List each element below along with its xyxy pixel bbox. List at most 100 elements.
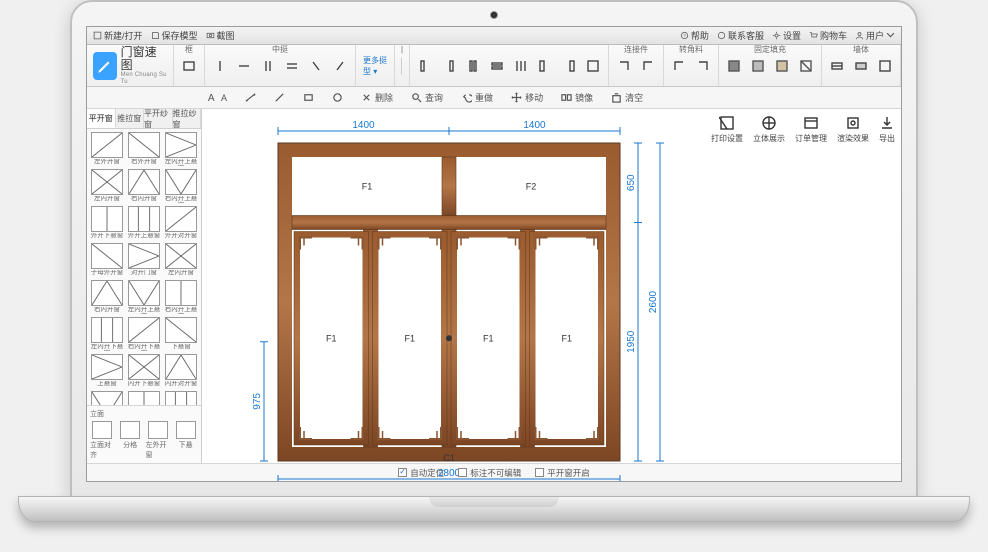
palette-item[interactable]: 右内开下悬窗 (127, 317, 161, 351)
app-name-en: Men Chuang Su Tu (121, 72, 167, 85)
ribbon-tool[interactable] (749, 57, 767, 75)
ribbon-group: 框 (174, 45, 205, 86)
ribbon-tool[interactable] (725, 57, 743, 75)
palette-item[interactable]: 下悬窗 (164, 317, 198, 351)
palette-item[interactable]: 右内开上悬窗 (164, 169, 198, 203)
ribbon-tool[interactable] (440, 57, 458, 75)
tool-dim[interactable] (241, 90, 260, 105)
svg-text:C1: C1 (443, 453, 455, 463)
action-3[interactable]: 渲染效果 (837, 115, 869, 144)
palette-item[interactable]: 左内开上悬窗 (164, 132, 198, 166)
window-palette: 左外开窗右外开窗左内开上悬窗左内开窗右内开窗右内开上悬窗外开下悬窗外开上悬窗外开… (87, 129, 201, 405)
palette-item[interactable]: 内开对开 (127, 391, 161, 405)
palette-item[interactable]: 左内开下悬窗 (90, 317, 124, 351)
svg-text:F1: F1 (326, 333, 337, 343)
footer-swatch[interactable]: 下悬 (173, 421, 198, 460)
ribbon-tool[interactable] (331, 57, 349, 75)
menu-user[interactable]: 用户 (855, 29, 895, 42)
menu-support[interactable]: 联系客服 (717, 29, 764, 42)
menu-cart[interactable]: 购物车 (809, 29, 847, 42)
palette-item[interactable]: 左内开窗 (164, 243, 198, 277)
svg-text:F1: F1 (561, 333, 572, 343)
ribbon-tool[interactable] (694, 57, 712, 75)
sidebar-tab[interactable]: 平开纱窗 (144, 109, 173, 128)
action-2[interactable]: 订单管理 (795, 115, 827, 144)
palette-item[interactable]: 内开下悬窗 (127, 354, 161, 388)
ribbon-tool[interactable]: 更多挺型 ▾ (362, 57, 388, 75)
ribbon-tool[interactable] (488, 57, 506, 75)
palette-item[interactable]: 右外开窗 (127, 132, 161, 166)
canvas-area[interactable]: 打印设置立体展示订单管理渲染效果导出 F1F2F1F1F1F1C11400140… (202, 109, 901, 463)
ribbon-tool[interactable] (670, 57, 688, 75)
sidebar-tab[interactable]: 推拉窗 (116, 109, 145, 128)
palette-item[interactable]: 内开对开 (164, 391, 198, 405)
tool-rect[interactable] (299, 90, 318, 105)
tool-delete[interactable]: 删除 (357, 89, 397, 106)
footer-swatch[interactable]: 分格 (118, 421, 143, 460)
ribbon-tool[interactable] (211, 57, 229, 75)
action-4[interactable]: 导出 (879, 115, 895, 144)
ribbon-group: 转角料 (664, 45, 719, 86)
app-name-cn: 门窗速图 (121, 46, 167, 72)
ribbon-tool[interactable] (307, 57, 325, 75)
toolbar-secondary: AA 删除查询重做移动镜像清空 (87, 87, 901, 109)
ribbon-tool[interactable] (283, 57, 301, 75)
ribbon-tool[interactable] (639, 57, 657, 75)
tool-mirror[interactable]: 镜像 (557, 89, 597, 106)
palette-item[interactable]: 左内开上悬窗 (127, 280, 161, 314)
palette-item[interactable]: 子母外开窗 (90, 243, 124, 277)
menu-save[interactable]: 保存模型 (151, 29, 198, 42)
menu-new-open[interactable]: 新建/打开 (93, 29, 143, 42)
palette-item[interactable]: 外开对开窗 (164, 206, 198, 240)
palette-item[interactable]: 右内开上悬窗 (164, 280, 198, 314)
action-1[interactable]: 立体展示 (753, 115, 785, 144)
tool-undo[interactable]: 重做 (457, 89, 497, 106)
menu-settings[interactable]: 设置 (772, 29, 801, 42)
window-drawing: F1F2F1F1F1F1C114001400280065019502600975 (230, 115, 690, 482)
ribbon-tool[interactable] (259, 57, 277, 75)
palette-item[interactable]: 内开对开 (90, 391, 124, 405)
palette-item[interactable]: 对开门窗 (127, 243, 161, 277)
ribbon-tool[interactable] (416, 57, 434, 75)
ribbon-tool[interactable] (235, 57, 253, 75)
ribbon-tool[interactable] (797, 57, 815, 75)
svg-text:A: A (208, 93, 215, 103)
ribbon-tool[interactable] (876, 57, 894, 75)
menu-screenshot[interactable]: 截图 (206, 29, 235, 42)
palette-item[interactable]: 左内开窗 (90, 169, 124, 203)
app-logo: 门窗速图 Men Chuang Su Tu (87, 45, 174, 86)
ribbon-tool[interactable] (615, 57, 633, 75)
tool-move[interactable]: 移动 (507, 89, 547, 106)
ribbon-tool[interactable] (180, 57, 198, 75)
tool-text[interactable]: AA (203, 90, 231, 105)
palette-item[interactable]: 右内开窗 (127, 169, 161, 203)
svg-text:2600: 2600 (648, 290, 659, 313)
sidebar-tab[interactable]: 推拉纱窗 (173, 109, 202, 128)
ribbon-tool[interactable] (560, 57, 578, 75)
palette-item[interactable]: 上悬窗 (90, 354, 124, 388)
ribbon-tool[interactable] (828, 57, 846, 75)
ribbon-group: 更多挺型 ▾ (356, 45, 395, 86)
footer-swatch[interactable]: 立面对齐 (90, 421, 115, 460)
palette-item[interactable]: 右内开窗 (90, 280, 124, 314)
menu-help[interactable]: ? 帮助 (680, 29, 709, 42)
ribbon-tool[interactable] (536, 57, 554, 75)
palette-item[interactable]: 左外开窗 (90, 132, 124, 166)
ribbon-tool[interactable] (464, 57, 482, 75)
ribbon-tool[interactable] (773, 57, 791, 75)
tool-query[interactable]: 查询 (407, 89, 447, 106)
sidebar-tab[interactable]: 平开窗 (87, 109, 116, 128)
footer-swatch[interactable]: 左外开窗 (146, 421, 171, 460)
palette-item[interactable]: 外开下悬窗 (90, 206, 124, 240)
svg-text:1950: 1950 (626, 330, 637, 353)
ribbon-tool[interactable] (584, 57, 602, 75)
ribbon-tool[interactable] (512, 57, 530, 75)
tool-line[interactable] (270, 90, 289, 105)
palette-item[interactable]: 外开上悬窗 (127, 206, 161, 240)
action-0[interactable]: 打印设置 (711, 115, 743, 144)
palette-item[interactable]: 内开对开窗 (164, 354, 198, 388)
sidebar-footer: 立面 立面对齐分格左外开窗下悬 (87, 405, 201, 463)
tool-circle[interactable] (328, 90, 347, 105)
ribbon-tool[interactable] (852, 57, 870, 75)
tool-clear[interactable]: 清空 (607, 89, 647, 106)
